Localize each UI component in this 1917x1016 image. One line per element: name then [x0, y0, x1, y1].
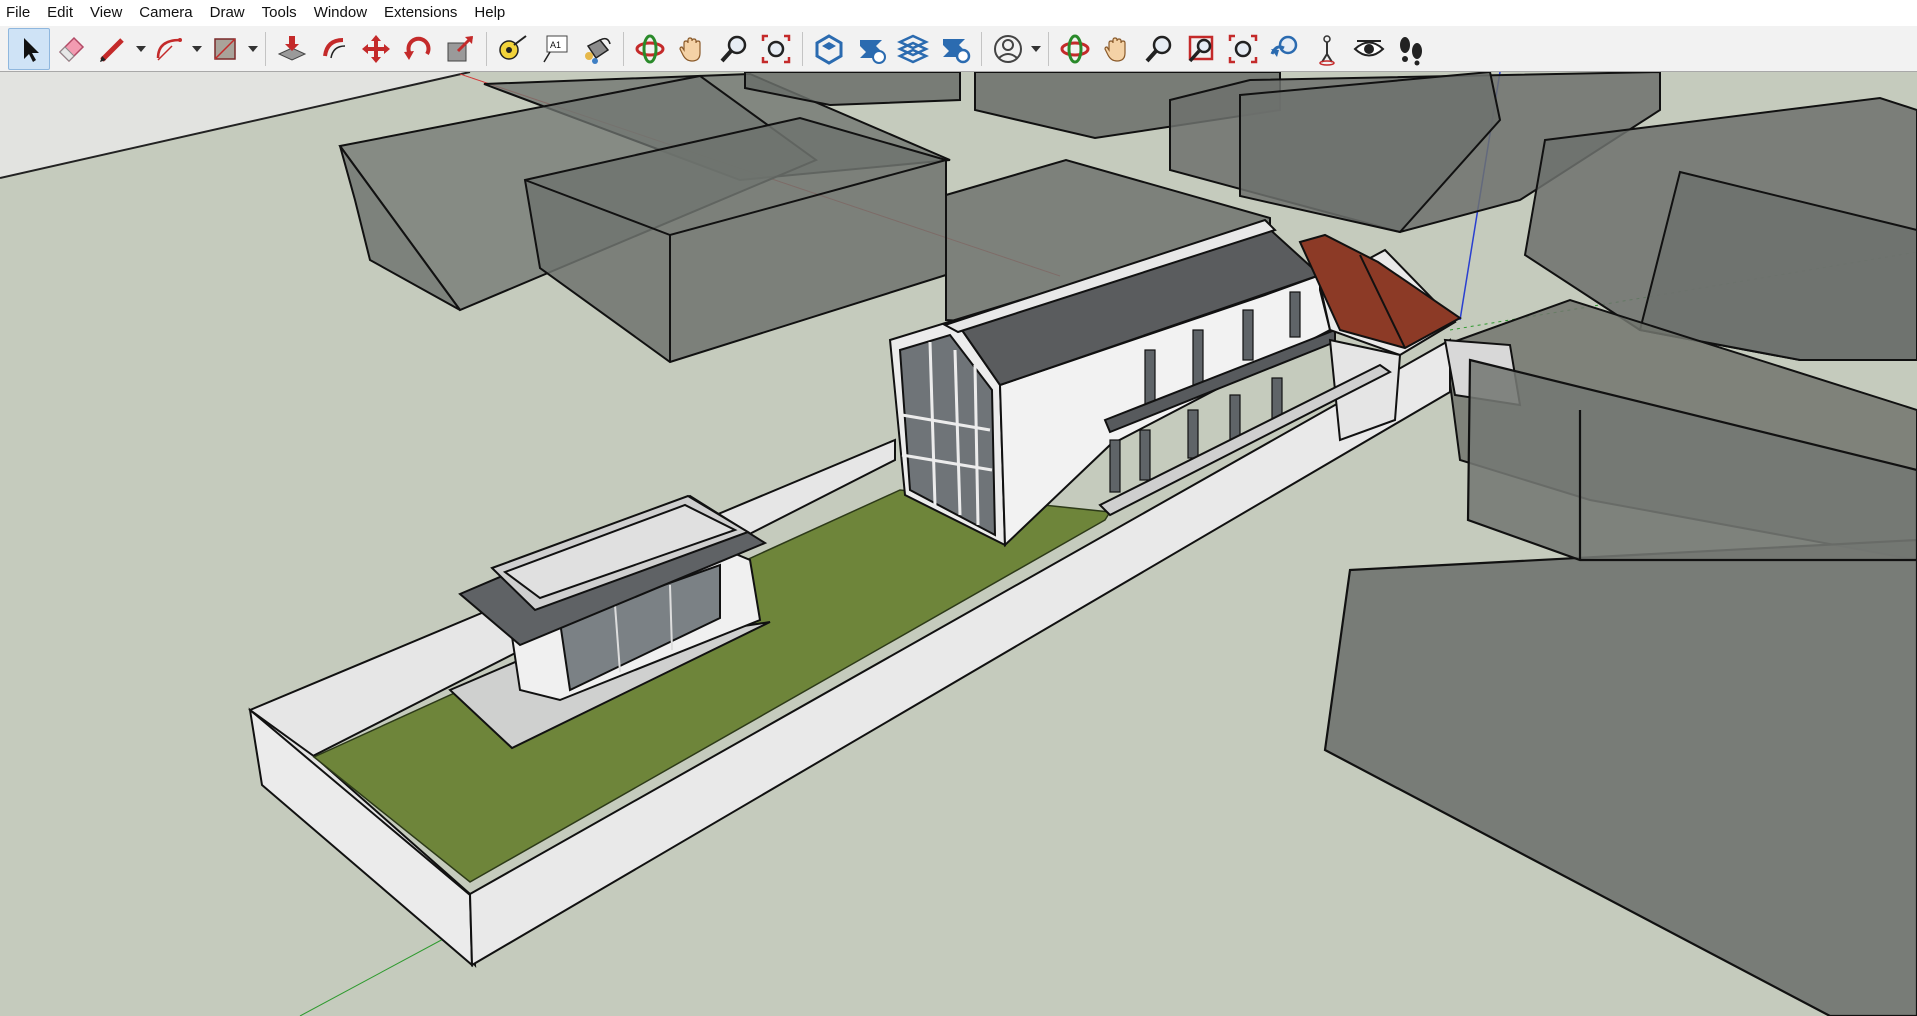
toolbar-separator	[802, 31, 803, 66]
extension-manager-button[interactable]	[934, 28, 976, 70]
scale-tool-icon	[447, 35, 474, 61]
pencil-line-tool-button[interactable]	[92, 28, 134, 70]
zoom-extents-camera-icon	[1228, 34, 1258, 63]
pan-camera-icon	[1104, 36, 1126, 62]
arc-tool-button[interactable]	[148, 28, 190, 70]
rotate-tool-button[interactable]	[397, 28, 439, 70]
rectangle-tool-button[interactable]	[204, 28, 246, 70]
tape-measure-tool-button[interactable]	[492, 28, 534, 70]
move-tool-icon	[362, 34, 390, 63]
dropdown-arrow-icon[interactable]	[134, 28, 148, 70]
pan-camera-button[interactable]	[1096, 28, 1138, 70]
context-building-foreground-right	[1323, 358, 1917, 1016]
zoom-tool-button[interactable]	[713, 28, 755, 70]
menu-edit[interactable]: Edit	[39, 0, 82, 26]
position-camera-button[interactable]	[1306, 28, 1348, 70]
select-tool-button[interactable]	[8, 27, 50, 70]
orbit-camera-icon	[1060, 34, 1090, 63]
text-tool-icon: A1	[543, 35, 568, 62]
scale-tool-button[interactable]	[439, 28, 481, 70]
zoom-extents-tool-button[interactable]	[755, 28, 797, 70]
toolbar-separator	[265, 31, 266, 66]
layout-send-button[interactable]	[892, 28, 934, 70]
menu-file[interactable]: File	[0, 0, 39, 26]
toolbar-separator	[486, 31, 487, 66]
zoom-window-button[interactable]	[1180, 28, 1222, 70]
push-pull-tool-button[interactable]	[271, 28, 313, 70]
tape-measure-tool-icon	[499, 34, 527, 60]
look-around-button[interactable]	[1348, 28, 1390, 70]
orbit-tool-icon	[635, 34, 665, 63]
main-toolbar: A1	[0, 26, 1917, 72]
account-icon	[994, 34, 1022, 63]
menu-window[interactable]: Window	[306, 0, 376, 26]
arc-tool-icon	[156, 37, 182, 61]
eraser-tool-button[interactable]	[50, 28, 92, 70]
paint-bucket-tool-button[interactable]	[576, 28, 618, 70]
account-button[interactable]	[987, 28, 1029, 70]
svg-text:A1: A1	[550, 40, 561, 50]
menu-draw[interactable]: Draw	[202, 0, 254, 26]
menu-bar: File Edit View Camera Draw Tools Window Extensi…	[0, 0, 1917, 26]
menu-extensions[interactable]: Extensions	[376, 0, 466, 26]
menu-tools[interactable]: Tools	[254, 0, 306, 26]
zoom-camera-button[interactable]	[1138, 28, 1180, 70]
zoom-extents-tool-icon	[761, 34, 791, 63]
menu-view[interactable]: View	[82, 0, 131, 26]
pan-tool-button[interactable]	[671, 28, 713, 70]
3d-model-viewport[interactable]	[0, 72, 1917, 1016]
position-camera-icon	[1319, 34, 1335, 66]
zoom-window-icon	[1188, 35, 1214, 62]
toolbar-separator	[623, 31, 624, 66]
site-boundary-wall	[248, 338, 1522, 969]
look-around-icon	[1353, 39, 1385, 56]
paint-bucket-tool-icon	[585, 37, 611, 64]
3d-warehouse-button[interactable]	[808, 28, 850, 70]
walk-button[interactable]	[1390, 28, 1432, 70]
pan-tool-icon	[679, 36, 701, 62]
3d-warehouse-icon	[815, 33, 843, 65]
zoom-camera-icon	[1145, 35, 1172, 62]
move-tool-button[interactable]	[355, 28, 397, 70]
zoom-extents-camera-button[interactable]	[1222, 28, 1264, 70]
layout-send-icon	[897, 34, 929, 63]
extension-warehouse-icon	[860, 39, 886, 64]
previous-view-button[interactable]	[1264, 28, 1306, 70]
push-pull-tool-icon	[277, 35, 307, 61]
walk-icon	[1400, 36, 1422, 65]
rotate-tool-icon	[404, 36, 431, 60]
offset-tool-icon	[323, 37, 346, 58]
zoom-tool-icon	[720, 35, 747, 62]
select-tool-icon	[24, 37, 39, 62]
orbit-tool-button[interactable]	[629, 28, 671, 70]
pencil-line-tool-icon	[100, 37, 124, 62]
orbit-camera-button[interactable]	[1054, 28, 1096, 70]
dropdown-arrow-icon[interactable]	[1029, 28, 1043, 70]
eraser-tool-icon	[58, 36, 85, 62]
dropdown-arrow-icon[interactable]	[246, 28, 260, 70]
dropdown-arrow-icon[interactable]	[190, 28, 204, 70]
toolbar-separator	[1048, 31, 1049, 66]
extension-warehouse-button[interactable]	[850, 28, 892, 70]
previous-view-icon	[1270, 35, 1298, 57]
extension-manager-icon	[943, 38, 971, 63]
text-tool-button[interactable]: A1	[534, 28, 576, 70]
offset-tool-button[interactable]	[313, 28, 355, 70]
green-axis	[299, 929, 461, 1016]
rectangle-tool-icon	[214, 37, 236, 60]
toolbar-separator	[981, 31, 982, 66]
menu-camera[interactable]: Camera	[131, 0, 201, 26]
menu-help[interactable]: Help	[466, 0, 514, 26]
